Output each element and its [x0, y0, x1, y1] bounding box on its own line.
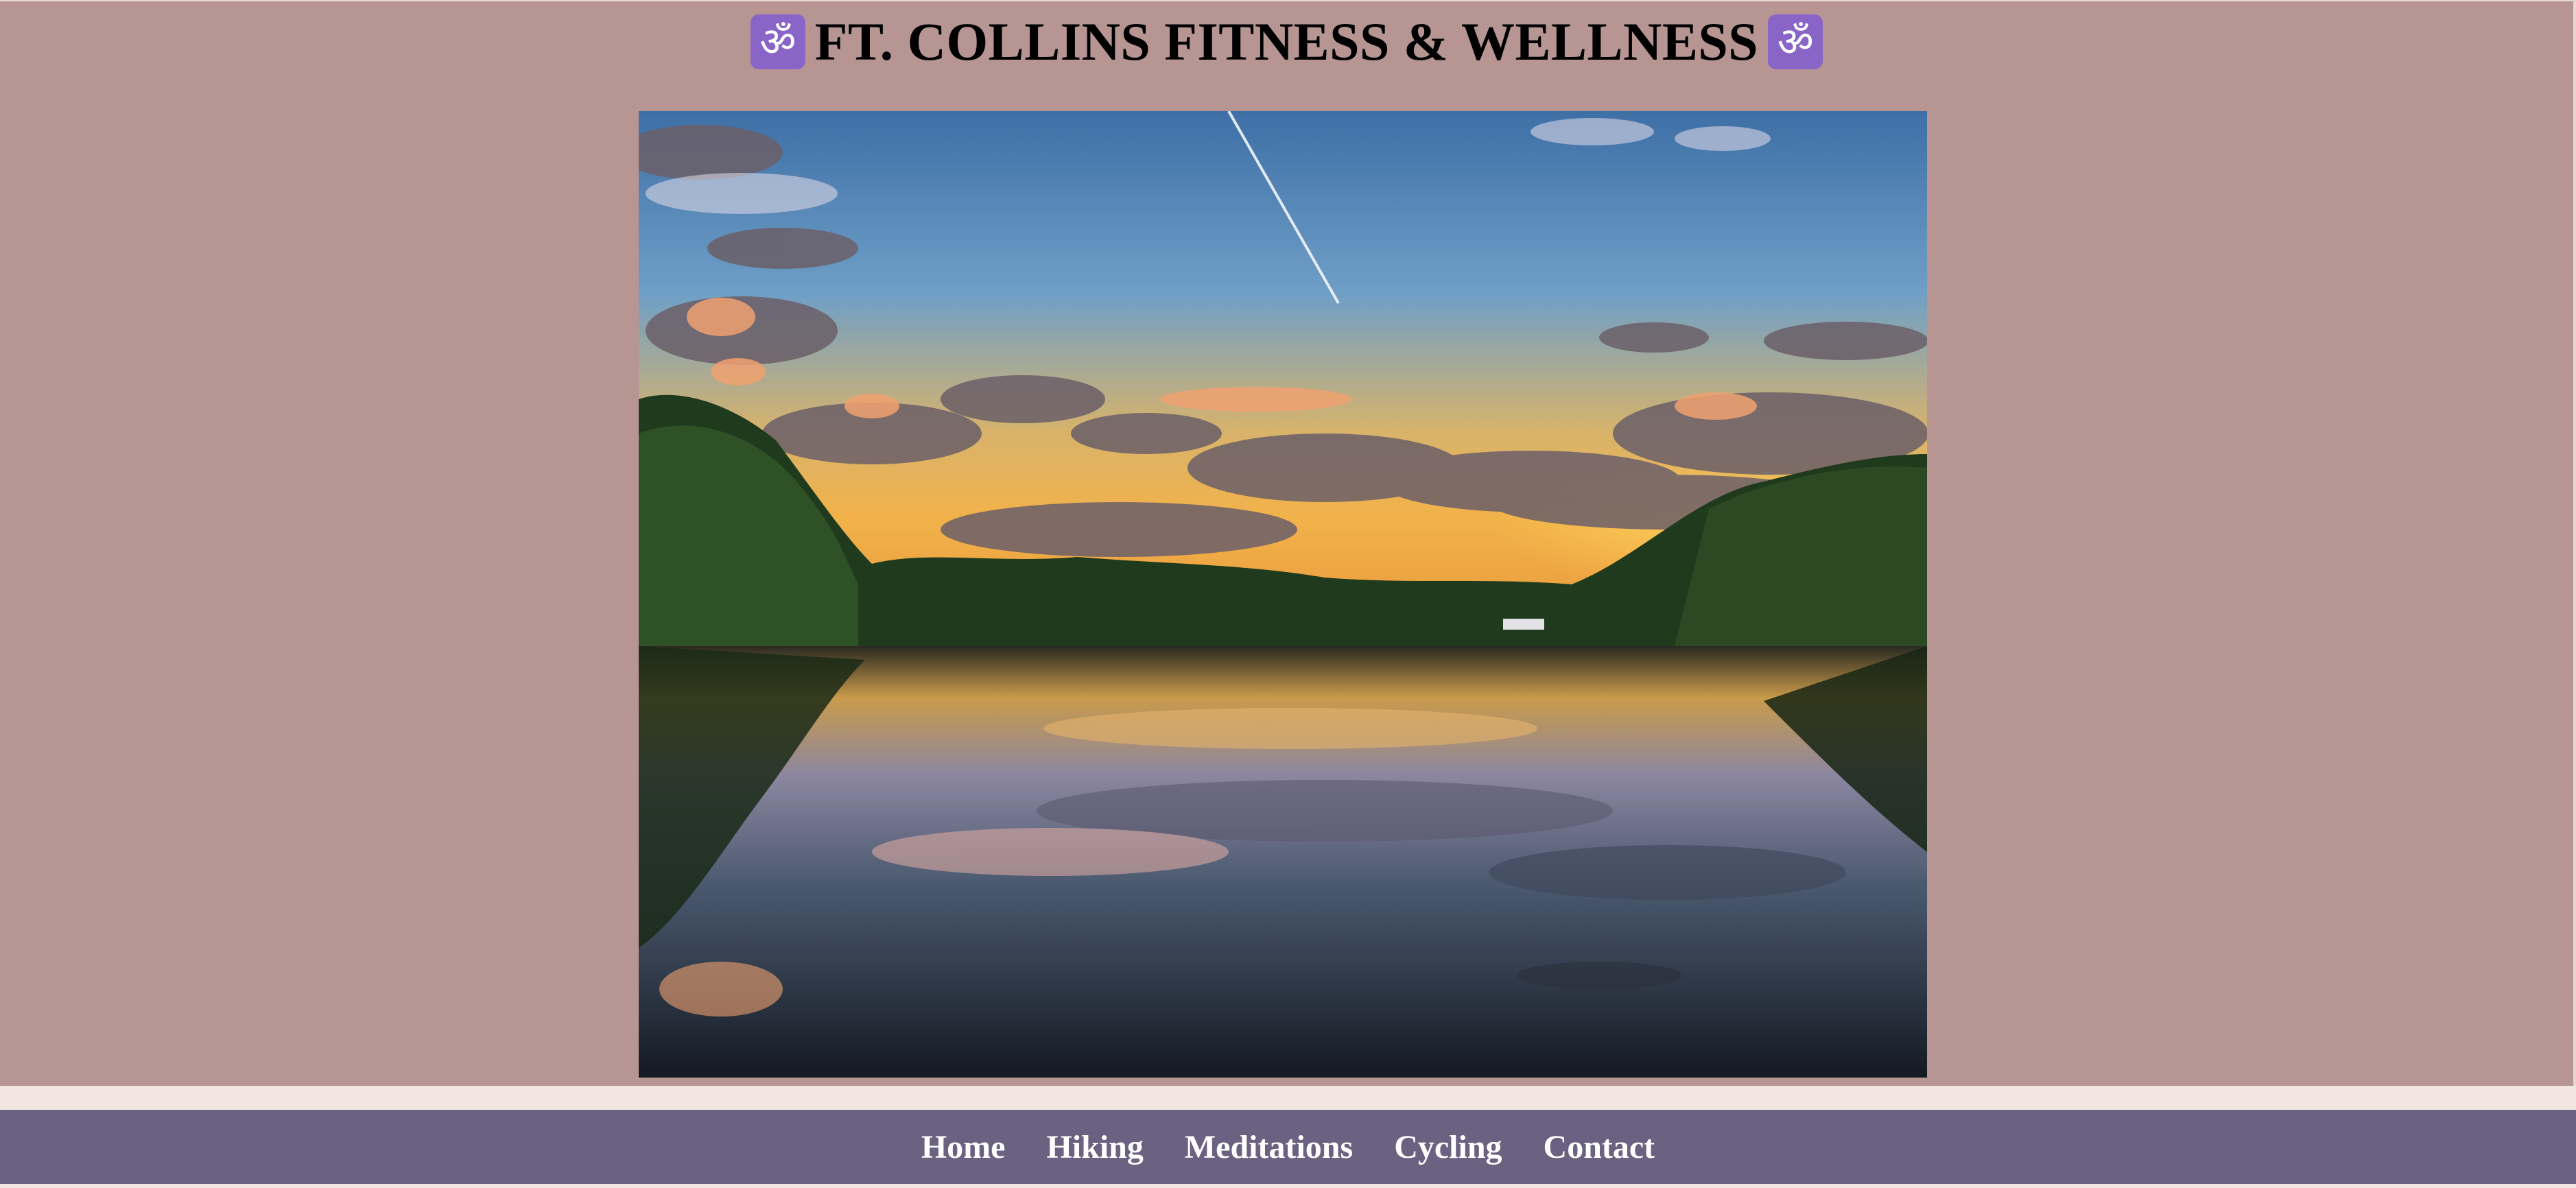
- main-navigation: Home Hiking Meditations Cycling Contact: [0, 1110, 2576, 1184]
- lake-sunset-illustration: [639, 111, 1927, 1078]
- site-title: FT. COLLINS FITNESS & WELLNESS: [814, 12, 1759, 71]
- om-icon: ॐ: [750, 14, 805, 69]
- hero-lake-sunset-image: [639, 111, 1927, 1078]
- site-header: ॐ FT. COLLINS FITNESS & WELLNESS ॐ: [0, 1, 2573, 82]
- om-icon: ॐ: [1768, 14, 1823, 69]
- nav-link-cycling[interactable]: Cycling: [1394, 1128, 1502, 1166]
- nav-link-contact[interactable]: Contact: [1544, 1128, 1655, 1166]
- nav-link-hiking[interactable]: Hiking: [1046, 1128, 1143, 1166]
- nav-link-home[interactable]: Home: [921, 1128, 1006, 1166]
- nav-link-meditations[interactable]: Meditations: [1185, 1128, 1353, 1166]
- page-background: ॐ FT. COLLINS FITNESS & WELLNESS ॐ: [0, 0, 2576, 1086]
